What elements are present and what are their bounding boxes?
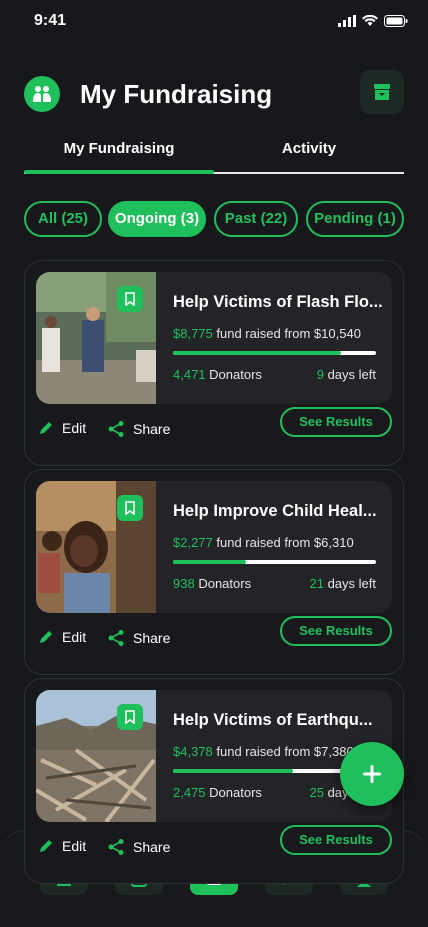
days-left: 9 days left	[316, 367, 376, 382]
tab-my-fundraising[interactable]: My Fundraising	[24, 140, 214, 157]
fund-raised: $4,378 fund raised from $7,380	[173, 744, 354, 759]
campaign-card[interactable]: Help Victims of Flash Flo... $8,775 fund…	[24, 260, 404, 466]
donators-count: 938 Donators	[173, 576, 252, 591]
edit-icon	[40, 840, 52, 852]
progress-bar	[173, 351, 376, 355]
campaign-summary[interactable]: Help Victims of Earthqu... $4,378 fund r…	[36, 690, 392, 822]
status-time: 9:41	[34, 12, 67, 29]
campaign-photo-child	[36, 481, 156, 613]
edit-icon	[40, 422, 52, 434]
campaign-summary[interactable]: Help Improve Child Heal... $2,277 fund r…	[36, 481, 392, 613]
wifi-icon	[362, 15, 378, 26]
campaign-photo-earthquake	[36, 690, 156, 822]
raised-amount: $4,378	[173, 744, 213, 759]
raised-text: fund raised from $7,380	[216, 744, 354, 759]
tab-active-indicator	[24, 170, 214, 174]
see-results-button[interactable]: See Results	[280, 825, 392, 855]
battery-icon	[384, 15, 408, 27]
progress-fill	[173, 769, 293, 773]
see-results-button[interactable]: See Results	[280, 407, 392, 437]
progress-fill	[173, 351, 342, 355]
fund-raised: $8,775 fund raised from $10,540	[173, 326, 361, 341]
fund-raised: $2,277 fund raised from $6,310	[173, 535, 354, 550]
donators-count: 2,475 Donators	[173, 785, 262, 800]
days-left: 21 days left	[309, 576, 376, 591]
campaign-title: Help Victims of Earthqu...	[173, 711, 373, 729]
tab-activity[interactable]: Activity	[214, 140, 404, 157]
progress-bar	[173, 560, 376, 564]
donators-count: 4,471 Donators	[173, 367, 262, 382]
status-bar: 9:41	[0, 0, 428, 44]
add-fundraising-button[interactable]	[340, 742, 404, 806]
edit-button[interactable]: Edit	[38, 838, 86, 854]
app-logo	[24, 76, 60, 112]
filter-chips: All (25) Ongoing (3) Past (22) Pending (…	[24, 201, 414, 237]
bookmark-icon[interactable]	[117, 286, 143, 312]
share-icon	[108, 839, 124, 855]
raised-text: fund raised from $6,310	[216, 535, 354, 550]
campaign-card[interactable]: Help Improve Child Heal... $2,277 fund r…	[24, 469, 404, 675]
raised-amount: $8,775	[173, 326, 213, 341]
share-icon	[108, 421, 124, 437]
share-button[interactable]: Share	[107, 420, 170, 438]
campaign-summary[interactable]: Help Victims of Flash Flo... $8,775 fund…	[36, 272, 392, 404]
signal-icon	[338, 15, 356, 27]
filter-pending[interactable]: Pending (1)	[306, 201, 404, 237]
edit-button[interactable]: Edit	[38, 629, 86, 645]
filter-past[interactable]: Past (22)	[214, 201, 298, 237]
archive-button[interactable]	[360, 70, 404, 114]
progress-fill	[173, 560, 247, 564]
bookmark-icon[interactable]	[117, 704, 143, 730]
app-header: My Fundraising	[0, 70, 428, 118]
campaign-title: Help Victims of Flash Flo...	[173, 293, 383, 311]
people-icon	[33, 86, 51, 102]
share-icon	[108, 630, 124, 646]
edit-icon	[40, 631, 52, 643]
share-button[interactable]: Share	[107, 838, 170, 856]
raised-amount: $2,277	[173, 535, 213, 550]
tab-bar: My Fundraising Activity	[24, 140, 404, 176]
page-title: My Fundraising	[80, 79, 273, 109]
archive-icon	[374, 84, 390, 100]
edit-button[interactable]: Edit	[38, 420, 86, 436]
campaign-title: Help Improve Child Heal...	[173, 502, 377, 520]
bookmark-icon[interactable]	[117, 495, 143, 521]
filter-ongoing[interactable]: Ongoing (3)	[108, 201, 206, 237]
filter-all[interactable]: All (25)	[24, 201, 102, 237]
see-results-button[interactable]: See Results	[280, 616, 392, 646]
status-icons	[338, 15, 408, 27]
share-button[interactable]: Share	[107, 629, 170, 647]
plus-icon	[363, 765, 381, 783]
raised-text: fund raised from $10,540	[216, 326, 361, 341]
campaign-photo-flood	[36, 272, 156, 404]
